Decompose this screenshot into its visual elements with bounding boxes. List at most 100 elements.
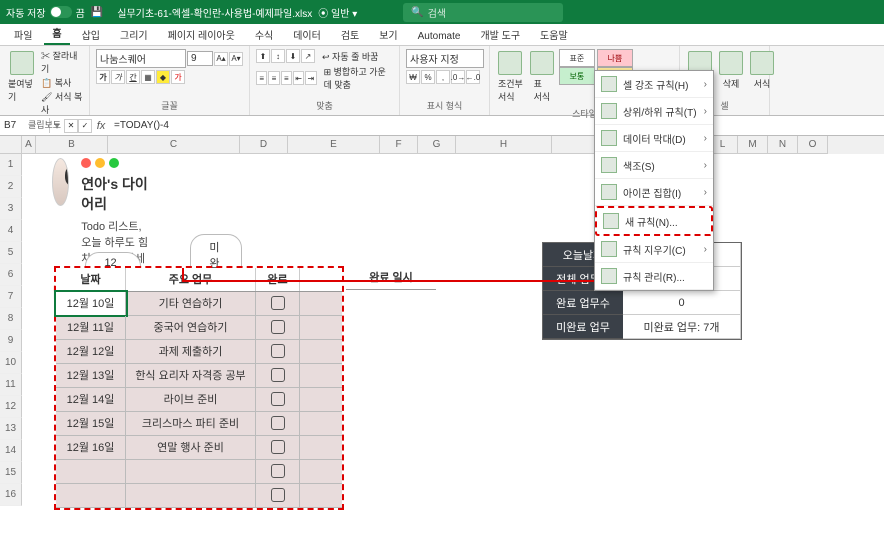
checkbox-icon[interactable] bbox=[271, 320, 285, 334]
number-format-select[interactable]: 사용자 지정 bbox=[406, 49, 484, 68]
underline-button[interactable]: 간 bbox=[126, 70, 140, 84]
cell-date[interactable] bbox=[56, 484, 126, 507]
style-bad[interactable]: 나쁨 bbox=[597, 49, 633, 67]
increase-font-button[interactable]: A▴ bbox=[214, 52, 228, 66]
cell-done[interactable] bbox=[256, 460, 300, 483]
col-head-N[interactable]: N bbox=[768, 136, 798, 154]
cell-task[interactable] bbox=[126, 460, 256, 483]
align-bottom-button[interactable]: ⬇ bbox=[286, 49, 300, 63]
table-row[interactable]: 12월 10일기타 연습하기 bbox=[56, 292, 342, 316]
cell-task[interactable]: 연말 행사 준비 bbox=[126, 436, 256, 459]
row-head-1[interactable]: 1 bbox=[0, 154, 22, 176]
formula-input[interactable]: =TODAY()-4 bbox=[110, 118, 884, 133]
row-head-14[interactable]: 14 bbox=[0, 440, 22, 462]
tab-그리기[interactable]: 그리기 bbox=[112, 24, 156, 45]
comma-button[interactable]: , bbox=[436, 70, 450, 84]
cell-done[interactable] bbox=[256, 364, 300, 387]
tab-Automate[interactable]: Automate bbox=[410, 28, 469, 45]
checkbox-icon[interactable] bbox=[271, 488, 285, 502]
table-row[interactable]: 12월 11일중국어 연습하기 bbox=[56, 316, 342, 340]
cell-task[interactable] bbox=[126, 484, 256, 507]
col-head-E[interactable]: E bbox=[288, 136, 380, 154]
cell-date[interactable] bbox=[56, 460, 126, 483]
cell-done[interactable] bbox=[256, 484, 300, 507]
row-head-8[interactable]: 8 bbox=[0, 308, 22, 330]
cf-menu-item[interactable]: 셀 강조 규칙(H)› bbox=[595, 71, 713, 98]
spreadsheet-grid[interactable]: ABCDEFGHIJKLMNO 12345678910111213141516 … bbox=[0, 136, 884, 154]
autosave-toggle[interactable]: 자동 저장 끔 bbox=[6, 5, 85, 20]
fill-color-button[interactable]: ◆ bbox=[156, 70, 170, 84]
delete-cells-button[interactable]: 삭제 bbox=[717, 49, 745, 92]
col-head-D[interactable]: D bbox=[240, 136, 288, 154]
row-head-7[interactable]: 7 bbox=[0, 286, 22, 308]
dec-inc-button[interactable]: .0→ bbox=[451, 70, 465, 84]
col-head-O[interactable]: O bbox=[798, 136, 828, 154]
cf-menu-item[interactable]: 아이콘 집합(I)› bbox=[595, 179, 713, 206]
row-head-5[interactable]: 5 bbox=[0, 242, 22, 264]
table-row[interactable]: 12월 15일크리스마스 파티 준비 bbox=[56, 412, 342, 436]
row-head-10[interactable]: 10 bbox=[0, 352, 22, 374]
row-head-3[interactable]: 3 bbox=[0, 198, 22, 220]
cell-date[interactable]: 12월 10일 bbox=[56, 292, 126, 315]
row-head-2[interactable]: 2 bbox=[0, 176, 22, 198]
cf-menu-item[interactable]: 데이터 막대(D)› bbox=[595, 125, 713, 152]
cf-menu-item[interactable]: 상위/하위 규칙(T)› bbox=[595, 98, 713, 125]
row-head-11[interactable]: 11 bbox=[0, 374, 22, 396]
percent-button[interactable]: % bbox=[421, 70, 435, 84]
italic-button[interactable]: 가 bbox=[111, 70, 125, 84]
col-head-F[interactable]: F bbox=[380, 136, 418, 154]
style-normal[interactable]: 표준 bbox=[559, 49, 595, 67]
decrease-font-button[interactable]: A▾ bbox=[229, 52, 243, 66]
table-row[interactable]: 12월 16일연말 행사 준비 bbox=[56, 436, 342, 460]
table-row[interactable]: 12월 12일과제 제출하기 bbox=[56, 340, 342, 364]
currency-button[interactable]: ₩ bbox=[406, 70, 420, 84]
table-row[interactable]: 12월 13일한식 요리자 자격증 공부 bbox=[56, 364, 342, 388]
checkbox-icon[interactable] bbox=[271, 392, 285, 406]
row-head-16[interactable]: 16 bbox=[0, 484, 22, 506]
toggle-icon[interactable] bbox=[50, 6, 72, 18]
tab-개발 도구[interactable]: 개발 도구 bbox=[472, 24, 528, 45]
cell-done[interactable] bbox=[256, 436, 300, 459]
checkbox-icon[interactable] bbox=[271, 368, 285, 382]
format-as-table-button[interactable]: 표 서식 bbox=[528, 49, 556, 105]
font-name-select[interactable]: 나눔스퀘어 bbox=[96, 49, 186, 68]
font-size-select[interactable]: 9 bbox=[187, 51, 213, 66]
tab-삽입[interactable]: 삽입 bbox=[74, 24, 108, 45]
cell-task[interactable]: 라이브 준비 bbox=[126, 388, 256, 411]
cell-done[interactable] bbox=[256, 412, 300, 435]
row-head-6[interactable]: 6 bbox=[0, 264, 22, 286]
tab-페이지 레이아웃[interactable]: 페이지 레이아웃 bbox=[160, 24, 243, 45]
style-good[interactable]: 보통 bbox=[559, 67, 595, 85]
tab-수식[interactable]: 수식 bbox=[247, 24, 281, 45]
col-head-C[interactable]: C bbox=[108, 136, 240, 154]
conditional-format-button[interactable]: 조건부 서식 bbox=[496, 49, 525, 105]
align-middle-button[interactable]: ↕ bbox=[271, 49, 285, 63]
cell-task[interactable]: 한식 요리자 자격증 공부 bbox=[126, 364, 256, 387]
col-head-H[interactable]: H bbox=[456, 136, 552, 154]
cell-date[interactable]: 12월 15일 bbox=[56, 412, 126, 435]
search-box[interactable]: 🔍 검색 bbox=[403, 3, 563, 22]
save-icon[interactable]: 💾 bbox=[91, 7, 103, 18]
table-row[interactable] bbox=[56, 484, 342, 508]
cell-done[interactable] bbox=[256, 388, 300, 411]
indent-inc-button[interactable]: ⇥ bbox=[305, 71, 316, 85]
indent-dec-button[interactable]: ⇤ bbox=[293, 71, 304, 85]
cell-date[interactable]: 12월 12일 bbox=[56, 340, 126, 363]
orientation-button[interactable]: ↗ bbox=[301, 49, 315, 63]
select-all-corner[interactable] bbox=[0, 136, 22, 154]
tab-보기[interactable]: 보기 bbox=[371, 24, 405, 45]
format-cells-button[interactable]: 서식 bbox=[748, 49, 776, 92]
align-top-button[interactable]: ⬆ bbox=[256, 49, 270, 63]
cell-task[interactable]: 과제 제출하기 bbox=[126, 340, 256, 363]
col-head-G[interactable]: G bbox=[418, 136, 456, 154]
paste-button[interactable]: 붙여넣기 bbox=[6, 49, 38, 105]
cell-done[interactable] bbox=[256, 292, 300, 315]
tab-파일[interactable]: 파일 bbox=[6, 24, 40, 45]
dec-dec-button[interactable]: ←.0 bbox=[466, 70, 480, 84]
cell-task[interactable]: 크리스마스 파티 준비 bbox=[126, 412, 256, 435]
cell-task[interactable]: 중국어 연습하기 bbox=[126, 316, 256, 339]
tab-도움말[interactable]: 도움말 bbox=[532, 24, 576, 45]
col-head-A[interactable]: A bbox=[22, 136, 36, 154]
checkbox-icon[interactable] bbox=[271, 416, 285, 430]
border-button[interactable]: ▦ bbox=[141, 70, 155, 84]
